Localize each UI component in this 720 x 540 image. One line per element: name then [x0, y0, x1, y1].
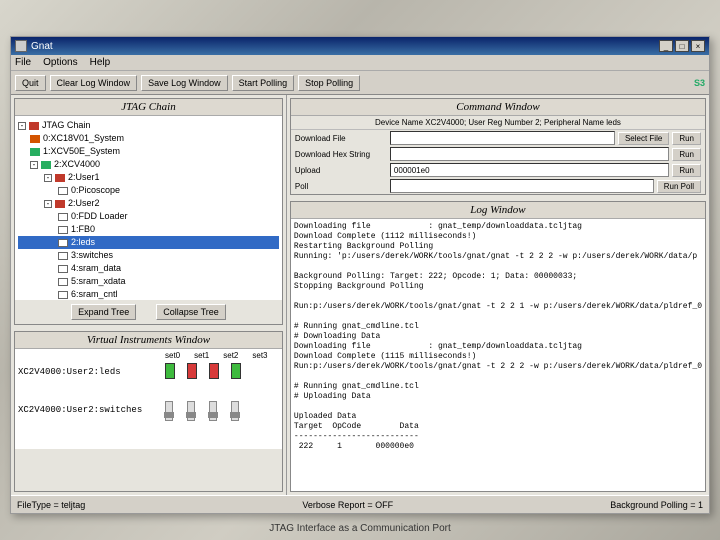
cmd-panel-title: Command Window: [291, 99, 705, 116]
chain-icon: [29, 122, 39, 130]
virtual-instruments-panel: Virtual Instruments Window set0set1set2s…: [14, 331, 283, 492]
maximize-button[interactable]: □: [675, 40, 689, 52]
switch-1[interactable]: [187, 401, 195, 421]
menu-options[interactable]: Options: [43, 57, 77, 68]
tree-toggle-icon[interactable]: -: [18, 122, 26, 130]
download-file-input[interactable]: [390, 131, 615, 145]
start-polling-button[interactable]: Start Polling: [232, 75, 295, 91]
vi-panel-title: Virtual Instruments Window: [15, 332, 282, 349]
download-hex-run-button[interactable]: Run: [672, 148, 701, 161]
status-filetype: FileType = teljtag: [17, 500, 85, 510]
tree-node[interactable]: 3:switches: [71, 249, 113, 262]
download-file-run-button[interactable]: Run: [672, 132, 701, 145]
leaf-icon: [58, 187, 68, 195]
log-output[interactable]: Downloading file : gnat_temp/downloaddat…: [291, 219, 705, 491]
tree-node[interactable]: 2:User2: [68, 197, 100, 210]
jtag-tree[interactable]: - JTAG Chain 0:XC18V01_System 1:XCV50E_Sy…: [15, 116, 282, 300]
download-hex-label: Download Hex String: [295, 150, 390, 159]
status-verbose: Verbose Report = OFF: [302, 500, 393, 510]
jtag-chain-panel: JTAG Chain - JTAG Chain 0:XC18V01_System …: [14, 98, 283, 325]
jtag-panel-title: JTAG Chain: [15, 99, 282, 116]
download-hex-input[interactable]: [390, 147, 669, 161]
expand-tree-button[interactable]: Expand Tree: [71, 304, 136, 320]
tree-toggle-icon[interactable]: -: [30, 161, 38, 169]
device-icon: [30, 135, 40, 143]
titlebar: Gnat _ □ ×: [11, 37, 709, 55]
stop-polling-button[interactable]: Stop Polling: [298, 75, 360, 91]
vi-leds-label: XC2V4000:User2:leds: [18, 367, 121, 377]
menu-help[interactable]: Help: [90, 57, 111, 68]
tree-node[interactable]: 2:User1: [68, 171, 100, 184]
menu-file[interactable]: File: [15, 57, 31, 68]
switch-2[interactable]: [209, 401, 217, 421]
toolbar: Quit Clear Log Window Save Log Window St…: [11, 71, 709, 95]
select-file-button[interactable]: Select File: [618, 132, 669, 145]
window-title: Gnat: [31, 41, 53, 52]
statusbar: FileType = teljtag Verbose Report = OFF …: [11, 495, 709, 513]
cmd-subtitle: Device Name XC2V4000; User Reg Number 2;…: [291, 116, 705, 130]
collapse-tree-button[interactable]: Collapse Tree: [156, 304, 226, 320]
led-2: [209, 363, 219, 379]
led-0: [165, 363, 175, 379]
leaf-icon: [58, 213, 68, 221]
leaf-icon: [58, 226, 68, 234]
tree-node[interactable]: 1:FB0: [71, 223, 95, 236]
app-icon: [15, 40, 27, 52]
upload-input[interactable]: [390, 163, 669, 177]
tree-root[interactable]: JTAG Chain: [42, 119, 90, 132]
leaf-icon: [58, 291, 68, 299]
log-panel-title: Log Window: [291, 202, 705, 219]
led-3: [231, 363, 241, 379]
vi-columns: set0set1set2set3: [165, 351, 268, 360]
upload-run-button[interactable]: Run: [672, 164, 701, 177]
status-polling: Background Polling = 1: [610, 500, 703, 510]
tree-node[interactable]: 6:sram_cntl: [71, 288, 118, 300]
application-window: Gnat _ □ × File Options Help Quit Clear …: [10, 36, 710, 514]
tree-node[interactable]: 0:XC18V01_System: [43, 132, 124, 145]
tree-toggle-icon[interactable]: -: [44, 174, 52, 182]
switch-0[interactable]: [165, 401, 173, 421]
log-window-panel: Log Window Downloading file : gnat_temp/…: [290, 201, 706, 492]
vi-body: set0set1set2set3 XC2V4000:User2:leds XC2…: [15, 349, 282, 449]
leaf-icon: [58, 239, 68, 247]
upload-label: Upload: [295, 166, 390, 175]
user-icon: [55, 200, 65, 208]
poll-label: Poll: [295, 182, 390, 191]
tree-node-selected[interactable]: 2:leds: [71, 236, 95, 249]
tree-node[interactable]: 0:FDD Loader: [71, 210, 128, 223]
poll-input[interactable]: [390, 179, 654, 193]
slide-caption: JTAG Interface as a Communication Port: [0, 523, 720, 534]
tree-node[interactable]: 1:XCV50E_System: [43, 145, 120, 158]
tree-toggle-icon[interactable]: -: [44, 200, 52, 208]
device-icon: [41, 161, 51, 169]
tree-node[interactable]: 2:XCV4000: [54, 158, 100, 171]
run-poll-button[interactable]: Run Poll: [657, 180, 701, 193]
tree-node[interactable]: 4:sram_data: [71, 262, 121, 275]
close-button[interactable]: ×: [691, 40, 705, 52]
save-log-button[interactable]: Save Log Window: [141, 75, 228, 91]
tree-node[interactable]: 0:Picoscope: [71, 184, 120, 197]
vi-sw-label: XC2V4000:User2:switches: [18, 405, 142, 415]
vi-switches-row: [165, 401, 239, 421]
command-window-panel: Command Window Device Name XC2V4000; Use…: [290, 98, 706, 195]
quit-button[interactable]: Quit: [15, 75, 46, 91]
switch-3[interactable]: [231, 401, 239, 421]
vi-leds-row: [165, 363, 241, 379]
leaf-icon: [58, 252, 68, 260]
clear-log-button[interactable]: Clear Log Window: [50, 75, 138, 91]
user-icon: [55, 174, 65, 182]
leaf-icon: [58, 278, 68, 286]
leaf-icon: [58, 265, 68, 273]
device-icon: [30, 148, 40, 156]
minimize-button[interactable]: _: [659, 40, 673, 52]
download-file-label: Download File: [295, 134, 390, 143]
menubar: File Options Help: [11, 55, 709, 71]
logo: S3: [694, 78, 705, 88]
led-1: [187, 363, 197, 379]
tree-node[interactable]: 5:sram_xdata: [71, 275, 126, 288]
